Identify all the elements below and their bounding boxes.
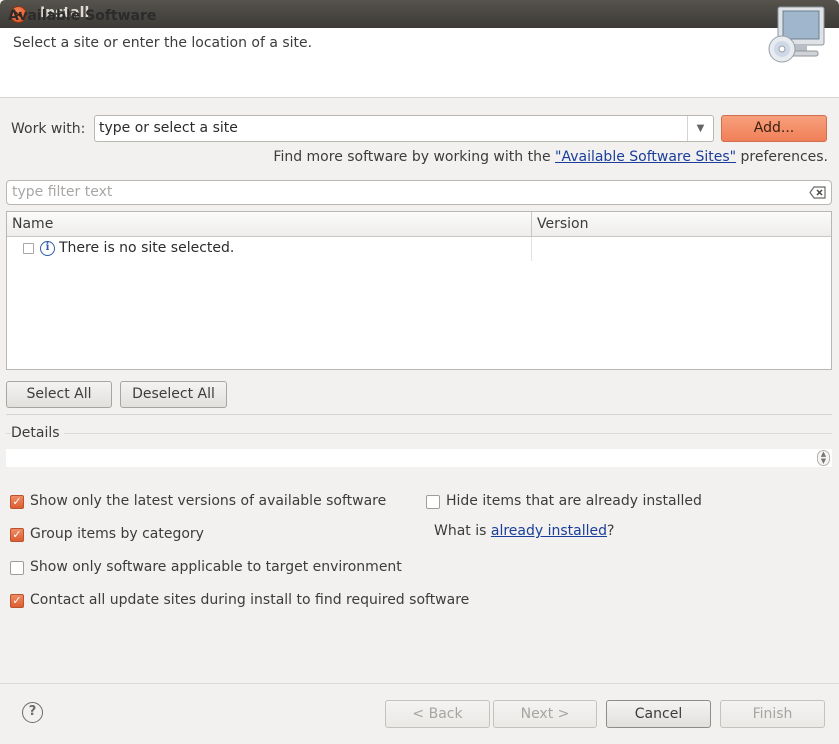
page-title: Available Software [8,8,157,24]
help-icon[interactable]: ? [22,702,43,723]
cancel-button[interactable]: Cancel [606,700,711,728]
latest-versions-label: Show only the latest versions of availab… [30,493,387,509]
next-button[interactable]: Next > [493,700,597,728]
group-by-category-checkbox[interactable]: ✓ [10,528,24,542]
find-more-suffix: preferences. [736,149,829,165]
table-row[interactable]: i There is no site selected. [7,238,831,260]
details-label: Details [11,425,64,441]
column-header-name[interactable]: Name [12,216,53,232]
software-tree-table[interactable]: Name Version i There is no site selected… [6,211,832,370]
contact-sites-label: Contact all update sites during install … [30,592,470,608]
deselect-all-button[interactable]: Deselect All [120,381,227,408]
column-divider[interactable] [531,212,532,237]
work-with-combo[interactable]: type or select a site ▼ [94,115,714,142]
latest-versions-checkbox[interactable]: ✓ [10,495,24,509]
dropdown-arrow-icon[interactable]: ▼ [687,116,713,141]
clear-filter-icon[interactable] [809,184,827,201]
already-installed-link[interactable]: already installed [491,523,607,539]
details-text-area[interactable]: ▲ ▼ [6,449,832,467]
footer-divider [0,683,839,684]
find-more-text: Find more software by working with the "… [273,149,828,165]
monitor-cd-icon [768,6,825,63]
work-with-label: Work with: [11,121,86,137]
select-all-button[interactable]: Select All [6,381,112,408]
page-description: Select a site or enter the location of a… [13,35,313,51]
hide-installed-checkbox[interactable] [426,495,440,509]
back-button[interactable]: < Back [385,700,490,728]
target-env-label: Show only software applicable to target … [30,559,402,575]
what-is-suffix: ? [607,523,615,539]
work-with-value: type or select a site [99,120,238,136]
row-checkbox[interactable] [23,243,34,254]
finish-button[interactable]: Finish [720,700,825,728]
filter-placeholder: type filter text [12,184,113,200]
info-icon: i [40,241,55,256]
what-is-prefix: What is [434,523,491,539]
target-env-checkbox[interactable] [10,561,24,575]
section-divider [6,414,832,415]
scroll-arrows-icon[interactable]: ▲ ▼ [817,450,830,466]
what-is-installed-text: What is already installed? [434,523,614,539]
find-more-prefix: Find more software by working with the [273,149,556,165]
contact-sites-checkbox[interactable]: ✓ [10,594,24,608]
hide-installed-label: Hide items that are already installed [446,493,702,509]
column-header-version[interactable]: Version [537,216,588,232]
add-site-button[interactable]: Add... [721,115,827,142]
group-by-category-label: Group items by category [30,526,204,542]
row-name: There is no site selected. [59,240,235,256]
filter-input[interactable]: type filter text [6,180,832,205]
table-header: Name Version [7,212,831,237]
available-software-sites-link[interactable]: "Available Software Sites" [555,149,736,165]
